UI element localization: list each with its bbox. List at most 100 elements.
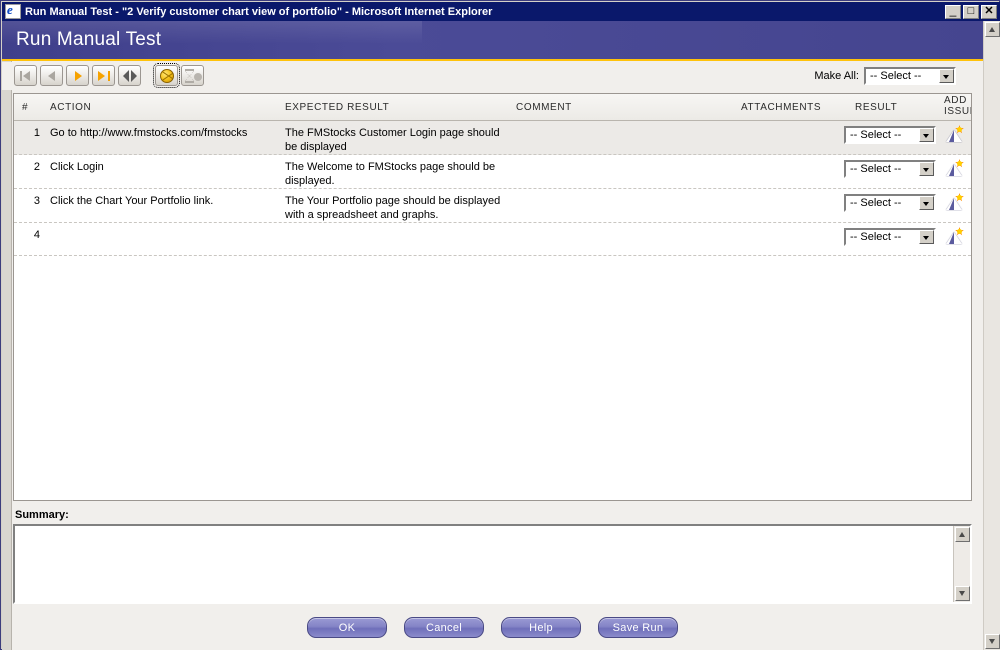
ok-button[interactable]: OK: [307, 617, 387, 638]
maximize-icon: □: [967, 4, 975, 17]
chevron-down-icon[interactable]: [939, 69, 954, 83]
column-header-number: #: [22, 101, 29, 113]
test-steps-grid: # ACTION EXPECTED RESULT COMMENT ATTACHM…: [13, 93, 972, 501]
hourglass-icon: [185, 69, 202, 83]
collapse-button[interactable]: [118, 65, 141, 86]
page-body: Run Manual Test Make All: -- Select -- #…: [2, 21, 983, 650]
page-title: Run Manual Test: [16, 29, 162, 50]
chevron-down-icon[interactable]: [919, 128, 934, 142]
result-select[interactable]: -- Select --: [844, 228, 936, 246]
window-client-area: Run Manual Test Make All: -- Select -- #…: [2, 21, 1000, 650]
cell-number: 2: [33, 161, 40, 173]
maximize-button[interactable]: □: [963, 4, 979, 19]
next-step-button[interactable]: [66, 65, 89, 86]
minimize-button[interactable]: _: [945, 2, 961, 19]
cell-number: 1: [33, 127, 40, 139]
summary-scroll-down-button[interactable]: [955, 586, 970, 601]
save-run-button[interactable]: Save Run: [598, 617, 678, 638]
result-value: -- Select --: [850, 129, 902, 141]
window-titlebar: Run Manual Test - "2 Verify customer cha…: [2, 2, 1000, 21]
add-issue-icon-shade: [949, 130, 954, 142]
cell-number: 4: [33, 229, 40, 241]
collapse-arrows-icon: [123, 70, 137, 82]
grid-header-row: # ACTION EXPECTED RESULT COMMENT ATTACHM…: [14, 94, 971, 121]
left-rail-decoration: [2, 21, 12, 650]
summary-box: [13, 524, 972, 604]
make-all-control: Make All: -- Select --: [814, 67, 956, 85]
result-select[interactable]: -- Select --: [844, 126, 936, 144]
play-next-icon: [75, 71, 82, 81]
yellow-ball-icon: [160, 69, 174, 83]
close-button[interactable]: ✕: [981, 4, 997, 19]
cell-action: Go to http://www.fmstocks.com/fmstocks: [50, 127, 248, 139]
add-issue-star-core-icon: [957, 195, 962, 200]
result-value: -- Select --: [850, 163, 902, 175]
chevron-down-icon: [989, 639, 995, 644]
minimize-icon: _: [949, 2, 957, 17]
add-issue-star-core-icon: [957, 127, 962, 132]
summary-vertical-scrollbar[interactable]: [953, 526, 970, 602]
help-button[interactable]: Help: [501, 617, 581, 638]
make-all-label: Make All:: [814, 70, 859, 82]
add-issue-icon-shade: [949, 164, 954, 176]
chevron-down-icon: [959, 591, 965, 596]
cancel-button[interactable]: Cancel: [404, 617, 484, 638]
table-row[interactable]: 1 Go to http://www.fmstocks.com/fmstocks…: [14, 121, 971, 155]
column-header-comment: COMMENT: [516, 101, 572, 113]
dialog-button-bar: OK Cancel Help Save Run: [2, 617, 983, 638]
ie-page-icon: [5, 2, 21, 19]
table-row[interactable]: 2 Click Login The Welcome to FMStocks pa…: [14, 155, 971, 189]
defect-button[interactable]: [153, 63, 180, 88]
last-step-button[interactable]: [92, 65, 115, 86]
table-row[interactable]: 4 -- Select --: [14, 223, 971, 256]
page-vertical-scrollbar[interactable]: [983, 21, 1000, 650]
add-issue-button[interactable]: [945, 227, 964, 245]
add-issue-button[interactable]: [945, 125, 964, 143]
previous-step-button[interactable]: [40, 65, 63, 86]
add-issue-icon-shade: [949, 232, 954, 244]
add-issue-star-core-icon: [957, 229, 962, 234]
window-title: Run Manual Test - "2 Verify customer cha…: [25, 5, 493, 18]
chevron-down-icon[interactable]: [919, 196, 934, 210]
cell-expected-result: The FMStocks Customer Login page should …: [285, 127, 500, 153]
make-all-value: -- Select --: [870, 70, 922, 82]
summary-input[interactable]: [15, 526, 953, 602]
add-issue-button[interactable]: [945, 159, 964, 177]
result-select[interactable]: -- Select --: [844, 160, 936, 178]
window-controls: _ □ ✕: [945, 2, 997, 19]
make-all-select[interactable]: -- Select --: [864, 67, 956, 85]
add-issue-button[interactable]: [945, 193, 964, 211]
column-header-add-issue-line2: ISSUE: [944, 106, 971, 117]
cell-expected-result: The Your Portfolio page should be displa…: [285, 195, 501, 221]
chevron-up-icon: [989, 27, 995, 32]
chevron-down-icon[interactable]: [919, 230, 934, 244]
chevron-up-icon: [959, 532, 965, 537]
scroll-up-button[interactable]: [985, 22, 1000, 37]
table-row[interactable]: 3 Click the Chart Your Portfolio link. T…: [14, 189, 971, 223]
skip-to-first-arrow-icon: [23, 71, 30, 81]
toolbar: Make All: -- Select --: [2, 62, 983, 90]
close-icon: ✕: [984, 4, 994, 17]
cell-action: Click the Chart Your Portfolio link.: [50, 195, 214, 207]
column-header-result: RESULT: [855, 101, 898, 113]
chevron-down-icon[interactable]: [919, 162, 934, 176]
hourglass-button[interactable]: [181, 65, 204, 86]
scroll-down-button[interactable]: [985, 634, 1000, 649]
cell-expected-result: The Welcome to FMStocks page should be d…: [285, 161, 496, 187]
first-step-button[interactable]: [14, 65, 37, 86]
column-header-attachments: ATTACHMENTS: [741, 101, 822, 113]
internet-explorer-window: Run Manual Test - "2 Verify customer cha…: [0, 0, 1000, 650]
cell-action: Click Login: [50, 161, 104, 173]
cell-number: 3: [33, 195, 40, 207]
column-header-add-issue: ADD ISSUE: [944, 94, 971, 121]
skip-to-first-icon: [20, 71, 22, 81]
add-issue-icon-shade: [949, 198, 954, 210]
column-header-add-issue-line1: ADD: [944, 95, 967, 106]
result-value: -- Select --: [850, 197, 902, 209]
result-select[interactable]: -- Select --: [844, 194, 936, 212]
skip-to-last-arrow-icon: [98, 71, 105, 81]
column-header-expected-result: EXPECTED RESULT: [285, 101, 390, 113]
summary-scroll-up-button[interactable]: [955, 527, 970, 542]
previous-icon: [48, 71, 55, 81]
result-value: -- Select --: [850, 231, 902, 243]
